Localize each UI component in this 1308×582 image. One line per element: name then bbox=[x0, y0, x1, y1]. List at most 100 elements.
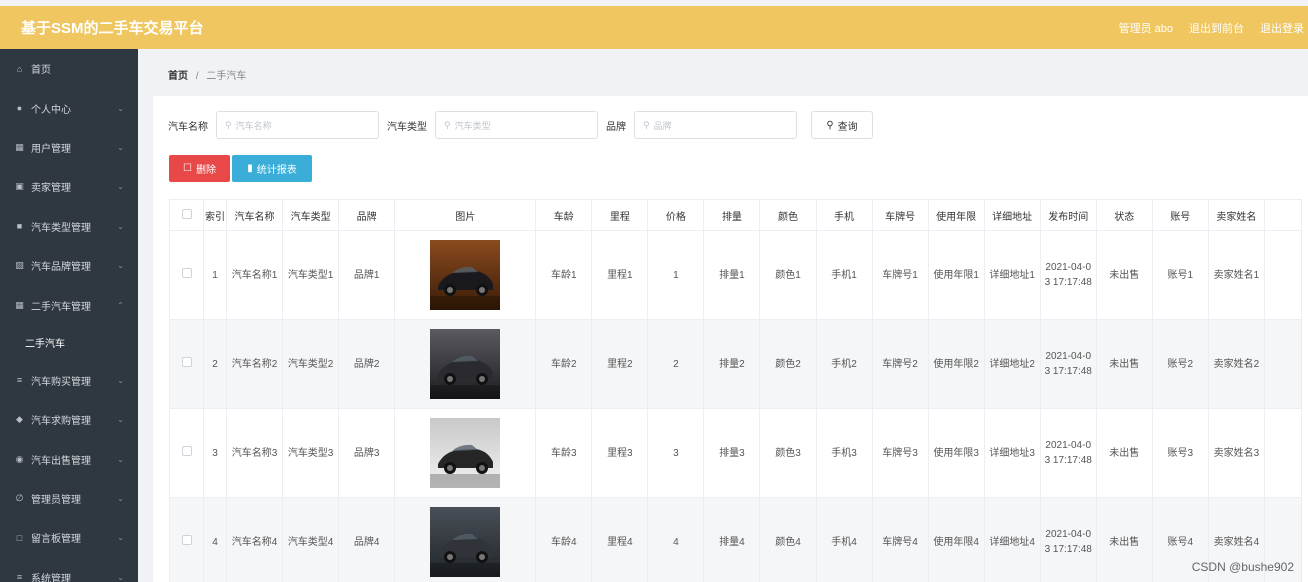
sidebar-item-label: 汽车类型管理 bbox=[31, 222, 91, 234]
cell-plate: 车牌号4 bbox=[871, 497, 929, 582]
cell-years: 使用年限4 bbox=[927, 497, 985, 582]
table-row: 2 汽车名称2 汽车类型2 品牌2 车龄2 里程2 2 排量2 颜色2 手机2 车牌号2 使用年限2 详… bbox=[169, 319, 1302, 409]
cell-displacement: 排量4 bbox=[703, 497, 761, 582]
cell-displacement: 排量1 bbox=[703, 230, 761, 320]
cell-status: 未出售 bbox=[1095, 497, 1153, 582]
cell-mileage: 里程2 bbox=[591, 319, 649, 409]
brand-input[interactable]: ⚲ 品牌 bbox=[634, 111, 797, 139]
row-checkbox-cell[interactable] bbox=[169, 497, 205, 582]
cell-phone: 手机1 bbox=[815, 230, 873, 320]
sidebar-item-6[interactable]: ▦ 二手汽车管理 ⌃ bbox=[0, 285, 138, 324]
sidebar-item-label: 留言板管理 bbox=[31, 534, 81, 546]
table-row: 1 汽车名称1 汽车类型1 品牌1 车龄1 里程1 1 排量1 颜色1 手机1 车牌号1 使用年限1 详… bbox=[169, 230, 1302, 320]
trash-icon: ☐ bbox=[183, 163, 192, 174]
column-header: 状态 bbox=[1095, 199, 1153, 231]
cell-index: 2 bbox=[203, 319, 228, 409]
row-checkbox[interactable] bbox=[181, 267, 192, 278]
sidebar-item-11[interactable]: □ 留言板管理 ⌄ bbox=[0, 518, 138, 557]
cell-actions bbox=[1263, 230, 1302, 320]
cell-mileage: 里程3 bbox=[591, 408, 649, 498]
sidebar-item-0[interactable]: ⌂ 首页 bbox=[0, 49, 138, 88]
row-checkbox[interactable] bbox=[181, 445, 192, 456]
sidebar-item-8[interactable]: ◆ 汽车求购管理 ⌄ bbox=[0, 400, 138, 439]
sidebar-item-label: 汽车出售管理 bbox=[31, 455, 91, 467]
brand-placeholder: 品牌 bbox=[653, 120, 672, 131]
sidebar-item-2[interactable]: ▦ 用户管理 ⌄ bbox=[0, 128, 138, 167]
car-name-input[interactable]: ⚲ 汽车名称 bbox=[216, 111, 379, 139]
row-checkbox[interactable] bbox=[181, 356, 192, 367]
cell-status: 未出售 bbox=[1095, 408, 1153, 498]
sidebar-item-12[interactable]: ≡ 系统管理 ⌄ bbox=[0, 558, 138, 582]
cell-account: 账号3 bbox=[1151, 408, 1209, 498]
cell-age: 车龄4 bbox=[535, 497, 593, 582]
home-icon: ⌂ bbox=[16, 63, 23, 74]
cell-plate: 车牌号3 bbox=[871, 408, 929, 498]
logout-link[interactable]: 退出登录 bbox=[1260, 20, 1304, 36]
cell-price: 2 bbox=[647, 319, 705, 409]
breadcrumb-separator: / bbox=[195, 71, 199, 82]
row-checkbox-cell[interactable] bbox=[169, 319, 205, 409]
chevron-down-icon: ⌄ bbox=[117, 221, 124, 231]
cell-address: 详细地址3 bbox=[983, 408, 1041, 498]
cell-phone: 手机3 bbox=[815, 408, 873, 498]
cell-price: 3 bbox=[647, 408, 705, 498]
stats-report-button[interactable]: ▮ 统计报表 bbox=[232, 155, 312, 182]
breadcrumb: 首页 / 二手汽车 bbox=[168, 67, 246, 82]
car-table-wrapper: 索引 汽车名称 汽车类型 品牌 图片 车龄 里程 价格 排量 颜色 手机 车牌号 使用年限 详细地址 发布时… bbox=[169, 199, 1302, 582]
cell-mileage: 里程4 bbox=[591, 497, 649, 582]
cell-price: 1 bbox=[647, 230, 705, 320]
chevron-down-icon: ⌄ bbox=[117, 182, 124, 192]
column-header: 汽车类型 bbox=[282, 199, 340, 231]
bar-chart-icon: ▮ bbox=[247, 163, 253, 174]
row-checkbox-cell[interactable] bbox=[169, 408, 205, 498]
message-icon: □ bbox=[16, 532, 23, 543]
admin-label[interactable]: 管理员 abo bbox=[1119, 20, 1173, 36]
sidebar-item-9[interactable]: ◉ 汽车出售管理 ⌄ bbox=[0, 440, 138, 479]
delete-button-label: 删除 bbox=[195, 165, 216, 176]
stats-button-label: 统计报表 bbox=[256, 165, 297, 176]
cell-account: 账号1 bbox=[1151, 230, 1209, 320]
cell-actions bbox=[1263, 319, 1302, 409]
cell-type: 汽车类型1 bbox=[282, 230, 340, 320]
sidebar-item-10[interactable]: ∅ 管理员管理 ⌄ bbox=[0, 479, 138, 518]
sidebar-item-5[interactable]: ▨ 汽车品牌管理 ⌄ bbox=[0, 246, 138, 285]
sidebar-item-3[interactable]: ▣ 卖家管理 ⌄ bbox=[0, 167, 138, 206]
sidebar-item-label: 二手汽车管理 bbox=[31, 301, 91, 313]
column-header: 排量 bbox=[703, 199, 761, 231]
cell-brand: 品牌3 bbox=[338, 408, 396, 498]
sidebar-item-label: 卖家管理 bbox=[31, 183, 71, 195]
breadcrumb-current: 二手汽车 bbox=[206, 71, 247, 82]
breadcrumb-home[interactable]: 首页 bbox=[168, 71, 188, 82]
row-checkbox[interactable] bbox=[181, 534, 192, 545]
column-header: 卖家姓名 bbox=[1207, 199, 1265, 231]
select-all-checkbox[interactable] bbox=[181, 208, 192, 219]
cell-account: 账号2 bbox=[1151, 319, 1209, 409]
delete-button[interactable]: ☐ 删除 bbox=[169, 155, 230, 182]
car-type-input[interactable]: ⚲ 汽车类型 bbox=[435, 111, 598, 139]
top-header: 基于SSM的二手车交易平台 管理员 abo 退出到前台 退出登录 bbox=[0, 6, 1308, 49]
cell-price: 4 bbox=[647, 497, 705, 582]
chevron-down-icon: ⌄ bbox=[117, 375, 124, 385]
sidebar-item-7[interactable]: ≡ 汽车购买管理 ⌄ bbox=[0, 361, 138, 400]
cell-phone: 手机2 bbox=[815, 319, 873, 409]
row-checkbox-cell[interactable] bbox=[169, 230, 205, 320]
cell-type: 汽车类型2 bbox=[282, 319, 340, 409]
cell-color: 颜色4 bbox=[759, 497, 817, 582]
query-button[interactable]: ⚲ 查询 bbox=[811, 111, 873, 139]
search-icon: ⚲ bbox=[225, 119, 232, 130]
car-name-label: 汽车名称 bbox=[168, 121, 208, 133]
sidebar-subitem-used-cars[interactable]: 二手汽车 bbox=[0, 325, 138, 361]
chevron-down-icon: ⌄ bbox=[117, 142, 124, 152]
column-header[interactable] bbox=[169, 199, 205, 231]
sidebar-item-label: 个人中心 bbox=[31, 104, 71, 116]
content-card: 汽车名称 ⚲ 汽车名称 汽车类型 ⚲ 汽车类型 品牌 ⚲ 品牌 ⚲ 查询 ☐ 删… bbox=[153, 96, 1308, 582]
cell-image bbox=[394, 408, 537, 498]
cell-color: 颜色3 bbox=[759, 408, 817, 498]
exit-to-front-link[interactable]: 退出到前台 bbox=[1189, 20, 1244, 36]
cell-age: 车龄3 bbox=[535, 408, 593, 498]
sidebar-item-label: 管理员管理 bbox=[31, 495, 81, 507]
sidebar-item-4[interactable]: ■ 汽车类型管理 ⌄ bbox=[0, 207, 138, 246]
sidebar-item-1[interactable]: ● 个人中心 ⌄ bbox=[0, 88, 138, 127]
cell-name: 汽车名称2 bbox=[226, 319, 284, 409]
users-icon: ▦ bbox=[15, 141, 24, 152]
